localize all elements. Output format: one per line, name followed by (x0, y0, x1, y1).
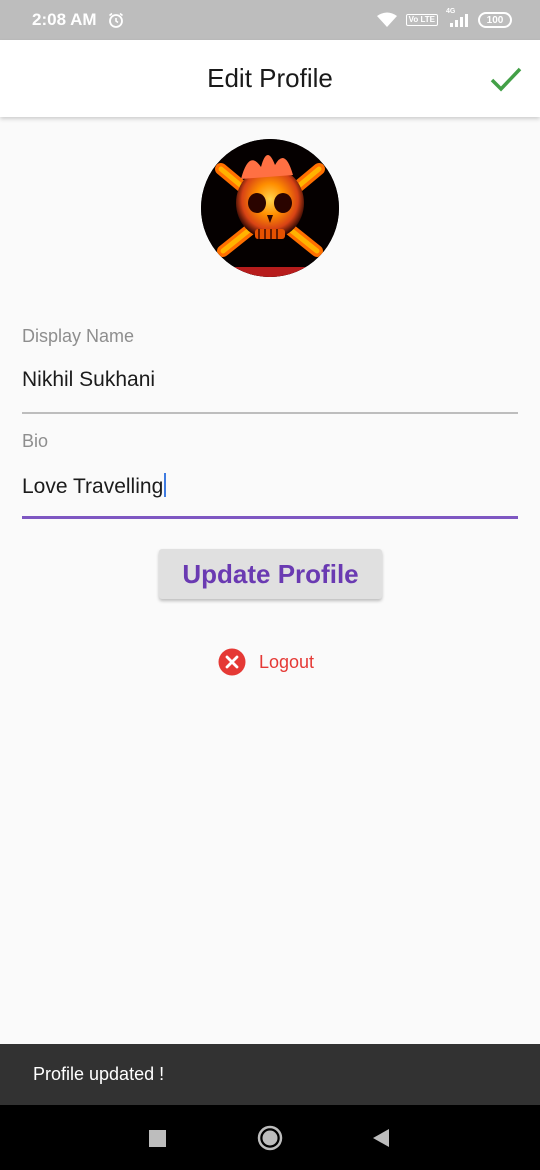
bio-underline-focused (22, 516, 518, 519)
status-left: 2:08 AM (32, 10, 125, 30)
back-button[interactable] (368, 1125, 394, 1151)
display-name-label: Display Name (22, 326, 135, 346)
status-right: Vo LTE 4G 100 (376, 8, 512, 28)
status-time: 2:08 AM (32, 10, 97, 29)
battery-icon: 100 (478, 12, 512, 28)
page-title: Edit Profile (207, 63, 333, 93)
bio-input[interactable]: Love Travelling (22, 473, 167, 499)
network-label: 4G (446, 8, 456, 15)
wifi-icon (376, 12, 398, 28)
display-name-underline (22, 412, 518, 414)
bio-label: Bio (22, 431, 49, 451)
back-triangle-icon (373, 1129, 389, 1147)
status-bar: 2:08 AM Vo LTE 4G 100 (0, 0, 540, 40)
home-circle-icon (257, 1125, 283, 1151)
bio-field[interactable]: Bio Love Travelling (22, 431, 518, 520)
system-nav-bar (0, 1105, 540, 1170)
home-button[interactable] (257, 1125, 283, 1151)
volte-icon: Vo LTE (405, 14, 438, 26)
text-cursor (164, 473, 167, 497)
recents-button[interactable] (144, 1125, 170, 1151)
logout-label: Logout (259, 651, 315, 672)
update-profile-button[interactable]: Update Profile (159, 549, 382, 599)
snackbar: Profile updated ! (0, 1044, 540, 1105)
flaming-skull-avatar (201, 139, 339, 277)
signal-icon: 4G (446, 8, 470, 28)
display-name-field[interactable]: Display Name Nikhil Sukhani (22, 326, 518, 414)
check-icon (490, 67, 522, 92)
bio-input-text: Love Travelling (22, 475, 164, 498)
display-name-input[interactable]: Nikhil Sukhani (22, 368, 155, 392)
recents-square-icon (148, 1129, 166, 1147)
alarm-icon (107, 11, 125, 29)
avatar[interactable] (201, 139, 339, 277)
cancel-circle-icon (218, 648, 246, 676)
save-check-button[interactable] (486, 60, 526, 100)
logout-button[interactable]: Logout (218, 647, 314, 677)
app-bar: Edit Profile (0, 40, 540, 117)
snackbar-message: Profile updated ! (33, 1064, 165, 1084)
